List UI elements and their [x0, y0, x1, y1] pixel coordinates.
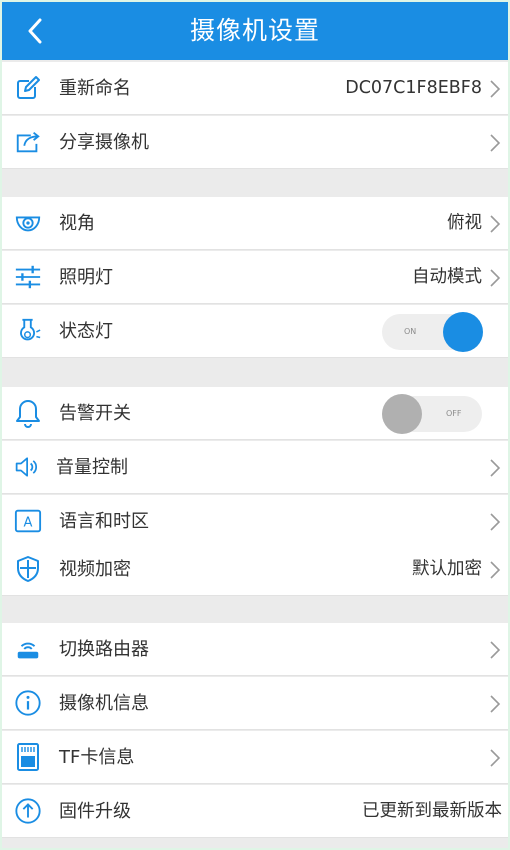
settings-item-volume[interactable]: 音量控制: [2, 441, 508, 494]
item-label: 视角: [59, 213, 95, 234]
chevron-right-icon: [490, 641, 501, 659]
chevron-right-icon: [490, 561, 501, 579]
upgrade-icon: [14, 797, 42, 825]
chevron-right-icon: [490, 215, 501, 233]
chevron-right-icon: [490, 459, 501, 477]
item-label: 切换路由器: [59, 639, 149, 660]
router-icon: [14, 635, 42, 663]
item-value: 默认加密: [412, 559, 482, 579]
toggle-knob: [443, 312, 483, 352]
item-label: 语言和时区: [59, 511, 149, 532]
item-label: TF卡信息: [59, 747, 135, 768]
item-value: 已更新到最新版本: [362, 801, 502, 821]
edit-icon: [14, 74, 42, 102]
settings-item-lighting[interactable]: 照明灯 自动模式: [2, 251, 508, 304]
settings-item-rename[interactable]: 重新命名 DC07C1F8EBF8: [2, 62, 508, 115]
item-value: 自动模式: [412, 267, 482, 287]
camera-view-icon: [14, 209, 42, 237]
settings-item-router[interactable]: 切换路由器: [2, 623, 508, 676]
item-label: 状态灯: [59, 321, 113, 342]
share-icon: [14, 128, 42, 156]
item-value: DC07C1F8EBF8: [345, 78, 482, 98]
item-label: 告警开关: [59, 403, 131, 424]
settings-item-firmware[interactable]: 固件升级 已更新到最新版本: [2, 785, 508, 838]
toggle-state-label: ON: [404, 327, 417, 336]
item-label: 固件升级: [59, 801, 131, 822]
language-icon: A: [14, 507, 42, 535]
settings-item-camera-info[interactable]: 摄像机信息: [2, 677, 508, 730]
info-icon: [14, 689, 42, 717]
svg-text:A: A: [24, 516, 33, 531]
item-label: 照明灯: [59, 267, 113, 288]
settings-screen: 摄像机设置 重新命名 DC07C1F8EBF8 分享摄像机 视角 俯视 照明灯 …: [2, 2, 508, 848]
chevron-right-icon: [490, 269, 501, 287]
settings-item-tf-card[interactable]: TF卡信息: [2, 731, 508, 784]
settings-item-share[interactable]: 分享摄像机: [2, 116, 508, 169]
sd-card-icon: [14, 743, 42, 771]
settings-item-view-angle[interactable]: 视角 俯视: [2, 197, 508, 250]
bell-icon: [14, 399, 42, 428]
header-bar: 摄像机设置: [2, 2, 508, 60]
settings-item-alarm: 告警开关 OFF: [2, 387, 508, 440]
status-light-toggle[interactable]: ON: [382, 312, 483, 352]
speaker-icon: [14, 453, 42, 481]
settings-item-status-light: 状态灯 ON: [2, 305, 508, 358]
item-label: 分享摄像机: [59, 132, 149, 153]
item-label: 音量控制: [56, 457, 128, 478]
sliders-icon: [14, 263, 42, 291]
item-label: 视频加密: [59, 559, 131, 580]
chevron-right-icon: [490, 749, 501, 767]
chevron-right-icon: [490, 513, 501, 531]
chevron-right-icon: [490, 80, 501, 98]
item-value: 俯视: [447, 213, 482, 233]
page-title: 摄像机设置: [189, 16, 320, 45]
indicator-light-icon: [14, 317, 42, 345]
settings-item-language[interactable]: A 语言和时区: [2, 495, 508, 548]
chevron-right-icon: [490, 134, 501, 152]
item-label: 摄像机信息: [59, 693, 149, 714]
chevron-right-icon: [490, 695, 501, 713]
settings-item-encryption[interactable]: 视频加密 默认加密: [2, 543, 508, 596]
alarm-toggle[interactable]: OFF: [382, 394, 482, 434]
toggle-state-label: OFF: [446, 409, 462, 418]
item-label: 重新命名: [59, 78, 131, 99]
toggle-knob: [382, 394, 422, 434]
shield-icon: [14, 555, 42, 583]
